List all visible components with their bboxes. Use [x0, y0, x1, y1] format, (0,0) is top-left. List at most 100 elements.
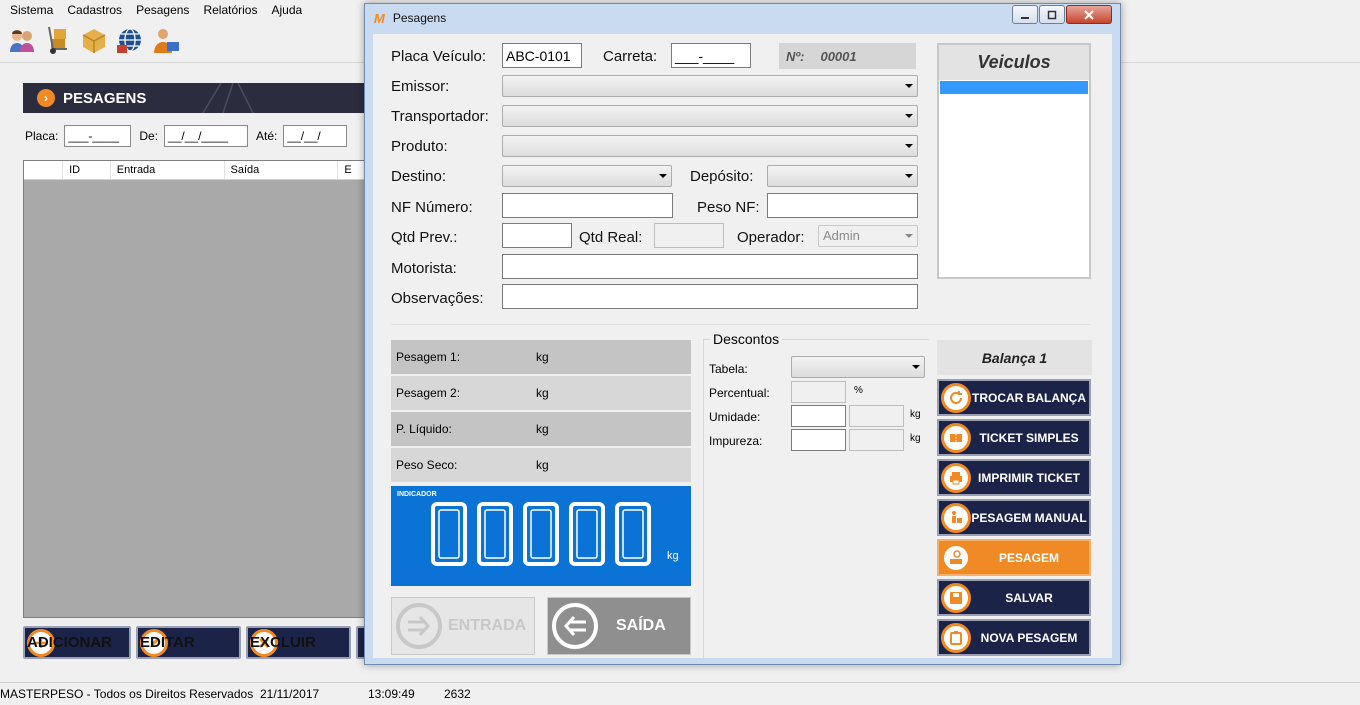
saida-label: SAÍDA	[616, 617, 666, 634]
close-button[interactable]	[1066, 5, 1112, 24]
editar-button[interactable]: EDITAR	[136, 626, 241, 659]
pesagem2-unit: kg	[536, 386, 549, 400]
adicionar-button[interactable]: ADICIONAR	[23, 626, 131, 659]
impureza-unit: kg	[910, 433, 921, 444]
ate-date-input[interactable]: __/__/	[283, 125, 348, 147]
dialog-body: Placa Veículo: ABC-0101 Carreta: ___-___…	[373, 34, 1112, 659]
de-filter-label: De:	[139, 129, 159, 143]
carreta-input[interactable]: ___-____	[671, 43, 751, 68]
indicator-digits: 00000	[431, 502, 651, 566]
umidade-result	[849, 405, 904, 427]
excluir-button[interactable]: EXCLUIR	[246, 626, 351, 659]
entrada-label: ENTRADA	[448, 617, 527, 634]
salvar-button[interactable]: SALVAR	[937, 579, 1091, 616]
qtd-real-input	[654, 223, 724, 248]
pesagens-dialog: M Pesagens Placa Veículo: ABC-0101 Carre…	[364, 3, 1121, 665]
deposito-label: Depósito:	[690, 168, 754, 185]
filter-row: Placa: ___-____ De: __/__/____ Até: __/_…	[25, 124, 348, 148]
qtd-prev-input[interactable]	[502, 223, 572, 248]
chevron-down-icon	[905, 84, 913, 88]
chevron-down-icon	[905, 114, 913, 118]
emissor-select[interactable]	[502, 75, 918, 97]
transportador-select[interactable]	[502, 105, 918, 127]
chevron-down-icon	[905, 174, 913, 178]
veiculos-selected-row[interactable]	[940, 81, 1088, 94]
grid-col-saida[interactable]: Saída	[225, 161, 339, 179]
dialog-title: Pesagens	[392, 11, 447, 25]
tabela-label: Tabela:	[709, 362, 748, 376]
minimize-button[interactable]	[1012, 5, 1038, 24]
grid-col-id[interactable]: ID	[63, 161, 111, 179]
produto-label: Produto:	[391, 138, 448, 155]
observacoes-label: Observações:	[391, 290, 484, 307]
ticket-simples-button[interactable]: TICKET SIMPLES	[937, 419, 1091, 456]
hand-truck-icon[interactable]	[42, 24, 74, 56]
veiculos-list[interactable]: Veiculos	[937, 43, 1091, 279]
form-divider	[391, 324, 1091, 325]
editar-label: EDITAR	[140, 634, 195, 651]
menu-ajuda[interactable]: Ajuda	[265, 3, 310, 17]
status-date: 21/11/2017	[260, 687, 320, 701]
menu-cadastros[interactable]: Cadastros	[61, 3, 130, 17]
umidade-unit: kg	[910, 409, 921, 420]
nova-pesagem-button[interactable]: NOVA PESAGEM	[937, 619, 1091, 656]
de-date-input[interactable]: __/__/____	[164, 125, 249, 147]
motorista-input[interactable]	[502, 254, 918, 279]
menu-sistema[interactable]: Sistema	[4, 3, 61, 17]
pesagem-manual-button[interactable]: PESAGEM MANUAL	[937, 499, 1091, 536]
arrow-right-icon	[396, 603, 442, 649]
umidade-input[interactable]	[791, 405, 846, 427]
dialog-titlebar[interactable]: M Pesagens	[365, 4, 1120, 32]
pesagem-button[interactable]: PESAGEM	[937, 539, 1091, 576]
users-icon[interactable]	[6, 24, 38, 56]
observacoes-input[interactable]	[502, 284, 918, 309]
menu-pesagens[interactable]: Pesagens	[130, 3, 197, 17]
saida-button[interactable]: SAÍDA	[547, 597, 691, 655]
action-buttons: ADICIONAR EDITAR EXCLUIR	[23, 626, 368, 660]
status-code: 2632	[444, 687, 471, 701]
carreta-label: Carreta:	[603, 48, 658, 65]
placa-veiculo-input[interactable]: ABC-0101	[502, 43, 582, 68]
package-icon[interactable]	[78, 24, 110, 56]
toolbar	[6, 24, 182, 58]
scale-icon	[941, 542, 971, 573]
maximize-button[interactable]	[1039, 5, 1065, 24]
placa-filter-input[interactable]: ___-____	[64, 125, 132, 147]
percentual-input	[791, 381, 846, 403]
pesagens-grid[interactable]: ID Entrada Saída E	[23, 160, 368, 618]
trocar-balanca-button[interactable]: TROCAR BALANÇA	[937, 379, 1091, 416]
nf-numero-input[interactable]	[502, 193, 673, 218]
impureza-input[interactable]	[791, 429, 846, 451]
placa-veiculo-label: Placa Veículo:	[391, 48, 487, 65]
menu-relatorios[interactable]: Relatórios	[197, 3, 265, 17]
tabela-select[interactable]	[791, 356, 925, 378]
chevron-down-icon	[905, 144, 913, 148]
peso-seco-row: Peso Seco: kg	[391, 448, 691, 482]
destino-label: Destino:	[391, 168, 447, 185]
grid-header: ID Entrada Saída E	[24, 161, 367, 180]
imprimir-ticket-button[interactable]: IMPRIMIR TICKET	[937, 459, 1091, 496]
operador-label: Operador:	[737, 229, 805, 246]
motorista-label: Motorista:	[391, 260, 457, 277]
peso-nf-input[interactable]	[767, 193, 918, 218]
decor-lines-icon	[202, 83, 254, 113]
numero-badge: Nº: 00001	[779, 43, 916, 69]
entrada-button[interactable]: ENTRADA	[391, 597, 535, 655]
grid-col-entrada[interactable]: Entrada	[111, 161, 225, 179]
nf-numero-label: NF Número:	[391, 199, 473, 216]
chevron-down-icon	[912, 365, 920, 369]
produto-select[interactable]	[502, 135, 918, 157]
destino-select[interactable]	[502, 165, 672, 187]
impureza-label: Impureza:	[709, 434, 763, 448]
peso-nf-label: Peso NF:	[697, 199, 760, 216]
globe-icon[interactable]	[114, 24, 146, 56]
grid-col-extra[interactable]: E	[338, 161, 367, 179]
deposito-select[interactable]	[767, 165, 918, 187]
adicionar-label: ADICIONAR	[27, 634, 112, 651]
user-card-icon[interactable]	[150, 24, 182, 56]
descontos-title: Descontos	[710, 331, 783, 347]
ate-filter-label: Até:	[256, 129, 278, 143]
pesagem1-row: Pesagem 1: kg	[391, 340, 691, 374]
pesagem-label: PESAGEM	[998, 550, 1059, 565]
nova-pesagem-label: NOVA PESAGEM	[980, 630, 1078, 645]
